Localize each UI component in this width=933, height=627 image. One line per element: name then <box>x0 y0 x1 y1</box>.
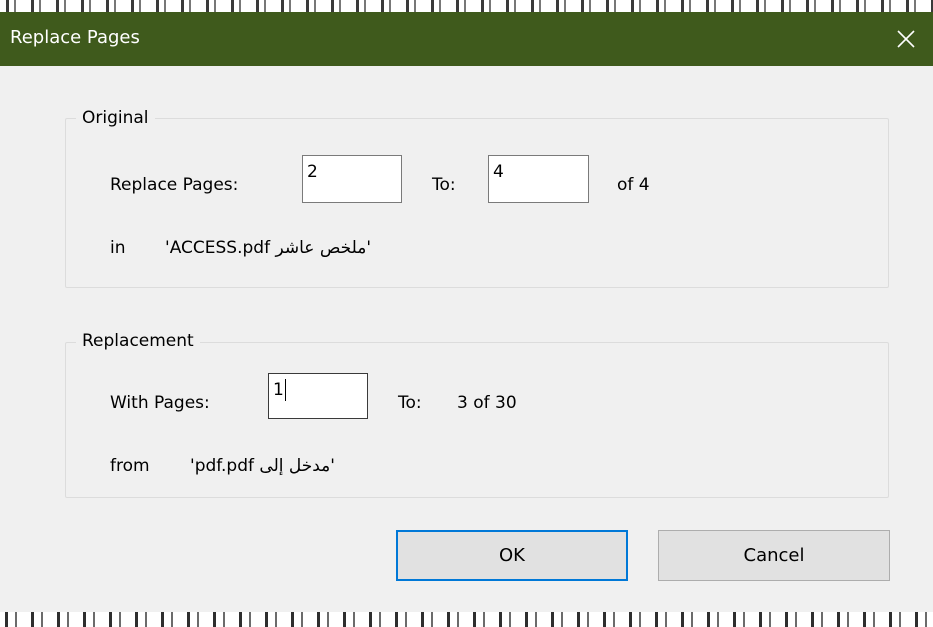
cancel-button[interactable]: Cancel <box>658 530 890 581</box>
replacement-filename: 'مدخل إلى pdf.pdf' <box>190 456 335 476</box>
close-button[interactable] <box>879 12 933 66</box>
replace-pages-dialog: Replace Pages Original Replace Pages: 2 … <box>0 12 933 612</box>
original-legend: Original <box>76 107 155 129</box>
ok-button[interactable]: OK <box>396 530 628 581</box>
original-page-count: of 4 <box>617 175 650 195</box>
original-filename: 'ملخص عاشر ACCESS.pdf' <box>165 238 372 258</box>
title-bar: Replace Pages <box>0 12 933 66</box>
replacement-legend: Replacement <box>76 330 200 352</box>
background-document-strip-top <box>0 0 933 12</box>
replace-pages-from-value: 2 <box>307 162 318 182</box>
original-to-label: To: <box>432 175 456 195</box>
with-pages-from-input[interactable]: 1 <box>268 373 368 419</box>
text-caret <box>284 379 286 401</box>
background-document-strip-bottom <box>0 612 933 627</box>
with-pages-from-value: 1 <box>273 380 284 400</box>
replace-pages-to-value: 4 <box>493 162 504 182</box>
dialog-title: Replace Pages <box>10 27 140 48</box>
replacement-from-label: from <box>110 456 150 476</box>
replacement-to-label: To: <box>398 393 422 413</box>
original-in-label: in <box>110 238 126 258</box>
original-group <box>65 118 889 288</box>
replacement-group <box>65 342 889 498</box>
replacement-page-range: 3 of 30 <box>457 393 517 413</box>
cancel-button-label: Cancel <box>743 545 805 566</box>
ok-button-label: OK <box>499 545 525 566</box>
with-pages-label: With Pages: <box>110 393 210 413</box>
replace-pages-from-input[interactable]: 2 <box>302 155 402 203</box>
close-icon <box>897 30 915 48</box>
replace-pages-to-input[interactable]: 4 <box>488 155 589 203</box>
replace-pages-label: Replace Pages: <box>110 175 239 195</box>
